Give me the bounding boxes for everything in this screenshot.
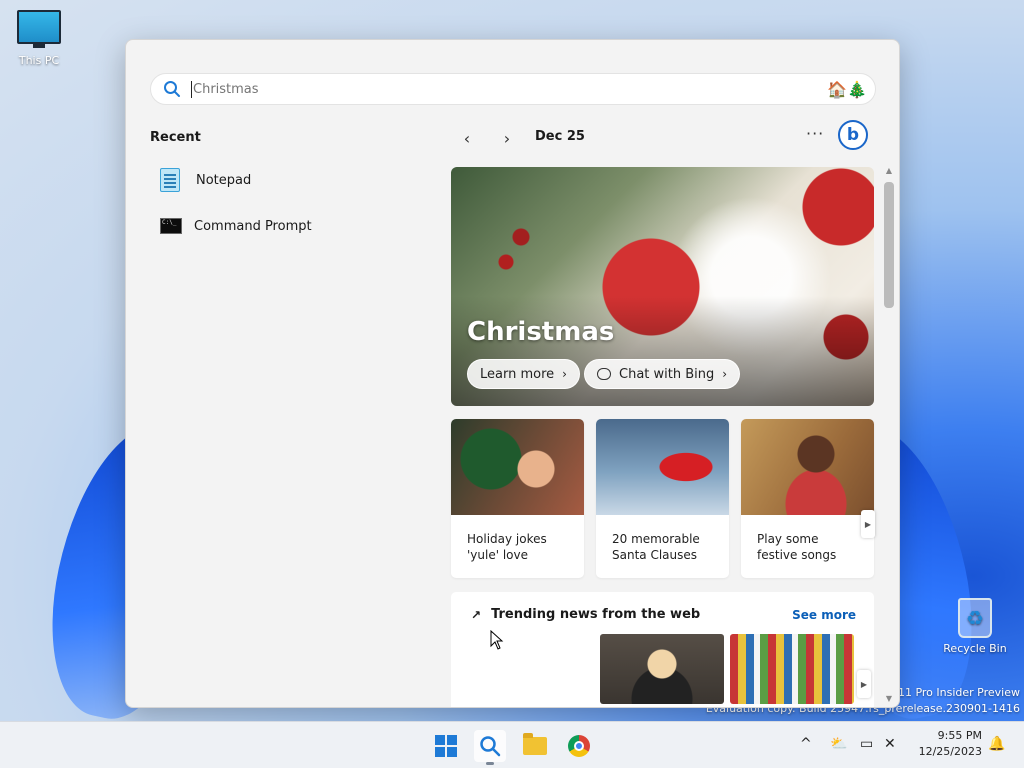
see-more-link[interactable]: See more [792,608,856,622]
scroll-up-arrow-icon[interactable]: ▲ [882,166,896,178]
card-santa-clauses[interactable]: 20 memorable Santa Clauses [596,419,729,578]
search-doodle-icon[interactable]: 🏠🎄 [827,80,867,99]
recent-item-notepad[interactable]: Notepad [160,162,400,198]
trending-title-label: Trending news from the web [491,607,701,622]
recycle-bin-icon: ♻ [958,598,992,638]
desktop-icon-recycle-bin[interactable]: ♻ Recycle Bin [940,598,1010,655]
command-prompt-icon: C:\_ [160,218,182,234]
trending-thumbnail[interactable] [600,634,724,704]
chrome-button[interactable] [563,730,595,762]
onedrive-icon[interactable]: ⛅ [830,736,847,752]
desktop-icon-this-pc[interactable]: This PC [4,10,74,67]
previous-day-button[interactable]: ‹ [455,126,479,150]
learn-more-label: Learn more [480,366,555,382]
clock-time: 9:55 PM [937,729,982,742]
network-icon[interactable]: ✕ [884,736,896,752]
panel-scrollbar[interactable]: ▲ ▼ [882,166,896,706]
show-hidden-icons-button[interactable]: ^ [800,736,812,752]
notepad-icon [160,168,180,192]
chevron-right-icon: › [722,367,728,381]
monitor-icon [17,10,61,48]
search-panel: 🏠🎄 Recent Notepad C:\_ Command Prompt ‹ … [125,39,900,708]
hero-card-christmas[interactable]: Christmas Learn more › Chat with Bing › [451,167,874,406]
windows-logo-icon [435,735,457,757]
taskbar-clock[interactable]: 9:55 PM 12/25/2023 [914,728,982,760]
folder-icon [523,733,547,755]
next-day-button[interactable]: › [495,126,519,150]
highlight-date: Dec 25 [535,129,585,144]
taskbar-search-button[interactable] [474,730,506,765]
taskbar: ^ ⛅ ▭ ✕ 9:55 PM 12/25/2023 🔔 [0,721,1024,768]
recent-item-label: Notepad [196,172,252,188]
chat-bubble-icon [597,368,611,380]
learn-more-button[interactable]: Learn more › [467,359,580,389]
trending-title: ↗ Trending news from the web [471,607,700,622]
desktop-icon-label: Recycle Bin [943,642,1007,655]
trending-news-section: ↗ Trending news from the web See more [451,592,874,707]
chrome-icon [568,735,590,757]
chat-with-bing-label: Chat with Bing [619,366,715,382]
cards-scroll-right-button[interactable]: ▶ [861,510,875,538]
card-caption: 20 memorable Santa Clauses [612,532,700,562]
card-image [451,419,584,515]
display-icon[interactable]: ▭ [860,736,873,752]
search-icon [480,736,501,757]
clock-date: 12/25/2023 [918,745,982,758]
card-festive-songs[interactable]: Play some festive songs [741,419,874,578]
search-box[interactable]: 🏠🎄 [150,73,876,105]
more-options-button[interactable]: ··· [806,124,824,143]
card-image [596,419,729,515]
recent-item-label: Command Prompt [194,218,312,234]
search-icon [164,81,180,97]
chevron-right-icon: › [562,367,567,381]
hero-title: Christmas [467,317,615,347]
card-holiday-jokes[interactable]: Holiday jokes 'yule' love [451,419,584,578]
notifications-bell-icon[interactable]: 🔔 [988,736,1005,752]
card-image [741,419,874,515]
hero-image-shade [451,296,874,406]
search-input[interactable] [191,80,815,98]
mouse-cursor-icon [490,630,504,650]
recent-heading: Recent [150,130,201,145]
trending-scroll-right-button[interactable]: ▶ [857,670,871,698]
scroll-down-arrow-icon[interactable]: ▼ [882,694,896,706]
card-caption: Holiday jokes 'yule' love [467,532,547,562]
watermark-line1: 11 Pro Insider Preview [897,686,1020,699]
card-caption: Play some festive songs [757,532,837,562]
start-button[interactable] [430,730,462,762]
scroll-thumb[interactable] [884,182,894,308]
desktop-icon-label: This PC [18,54,60,67]
recent-item-command-prompt[interactable]: C:\_ Command Prompt [160,208,400,244]
trending-arrow-icon: ↗ [471,607,482,622]
file-explorer-button[interactable] [519,730,551,762]
trending-thumbnail[interactable] [730,634,854,704]
chat-with-bing-button[interactable]: Chat with Bing › [584,359,741,389]
bing-chat-button[interactable]: b [838,120,868,150]
